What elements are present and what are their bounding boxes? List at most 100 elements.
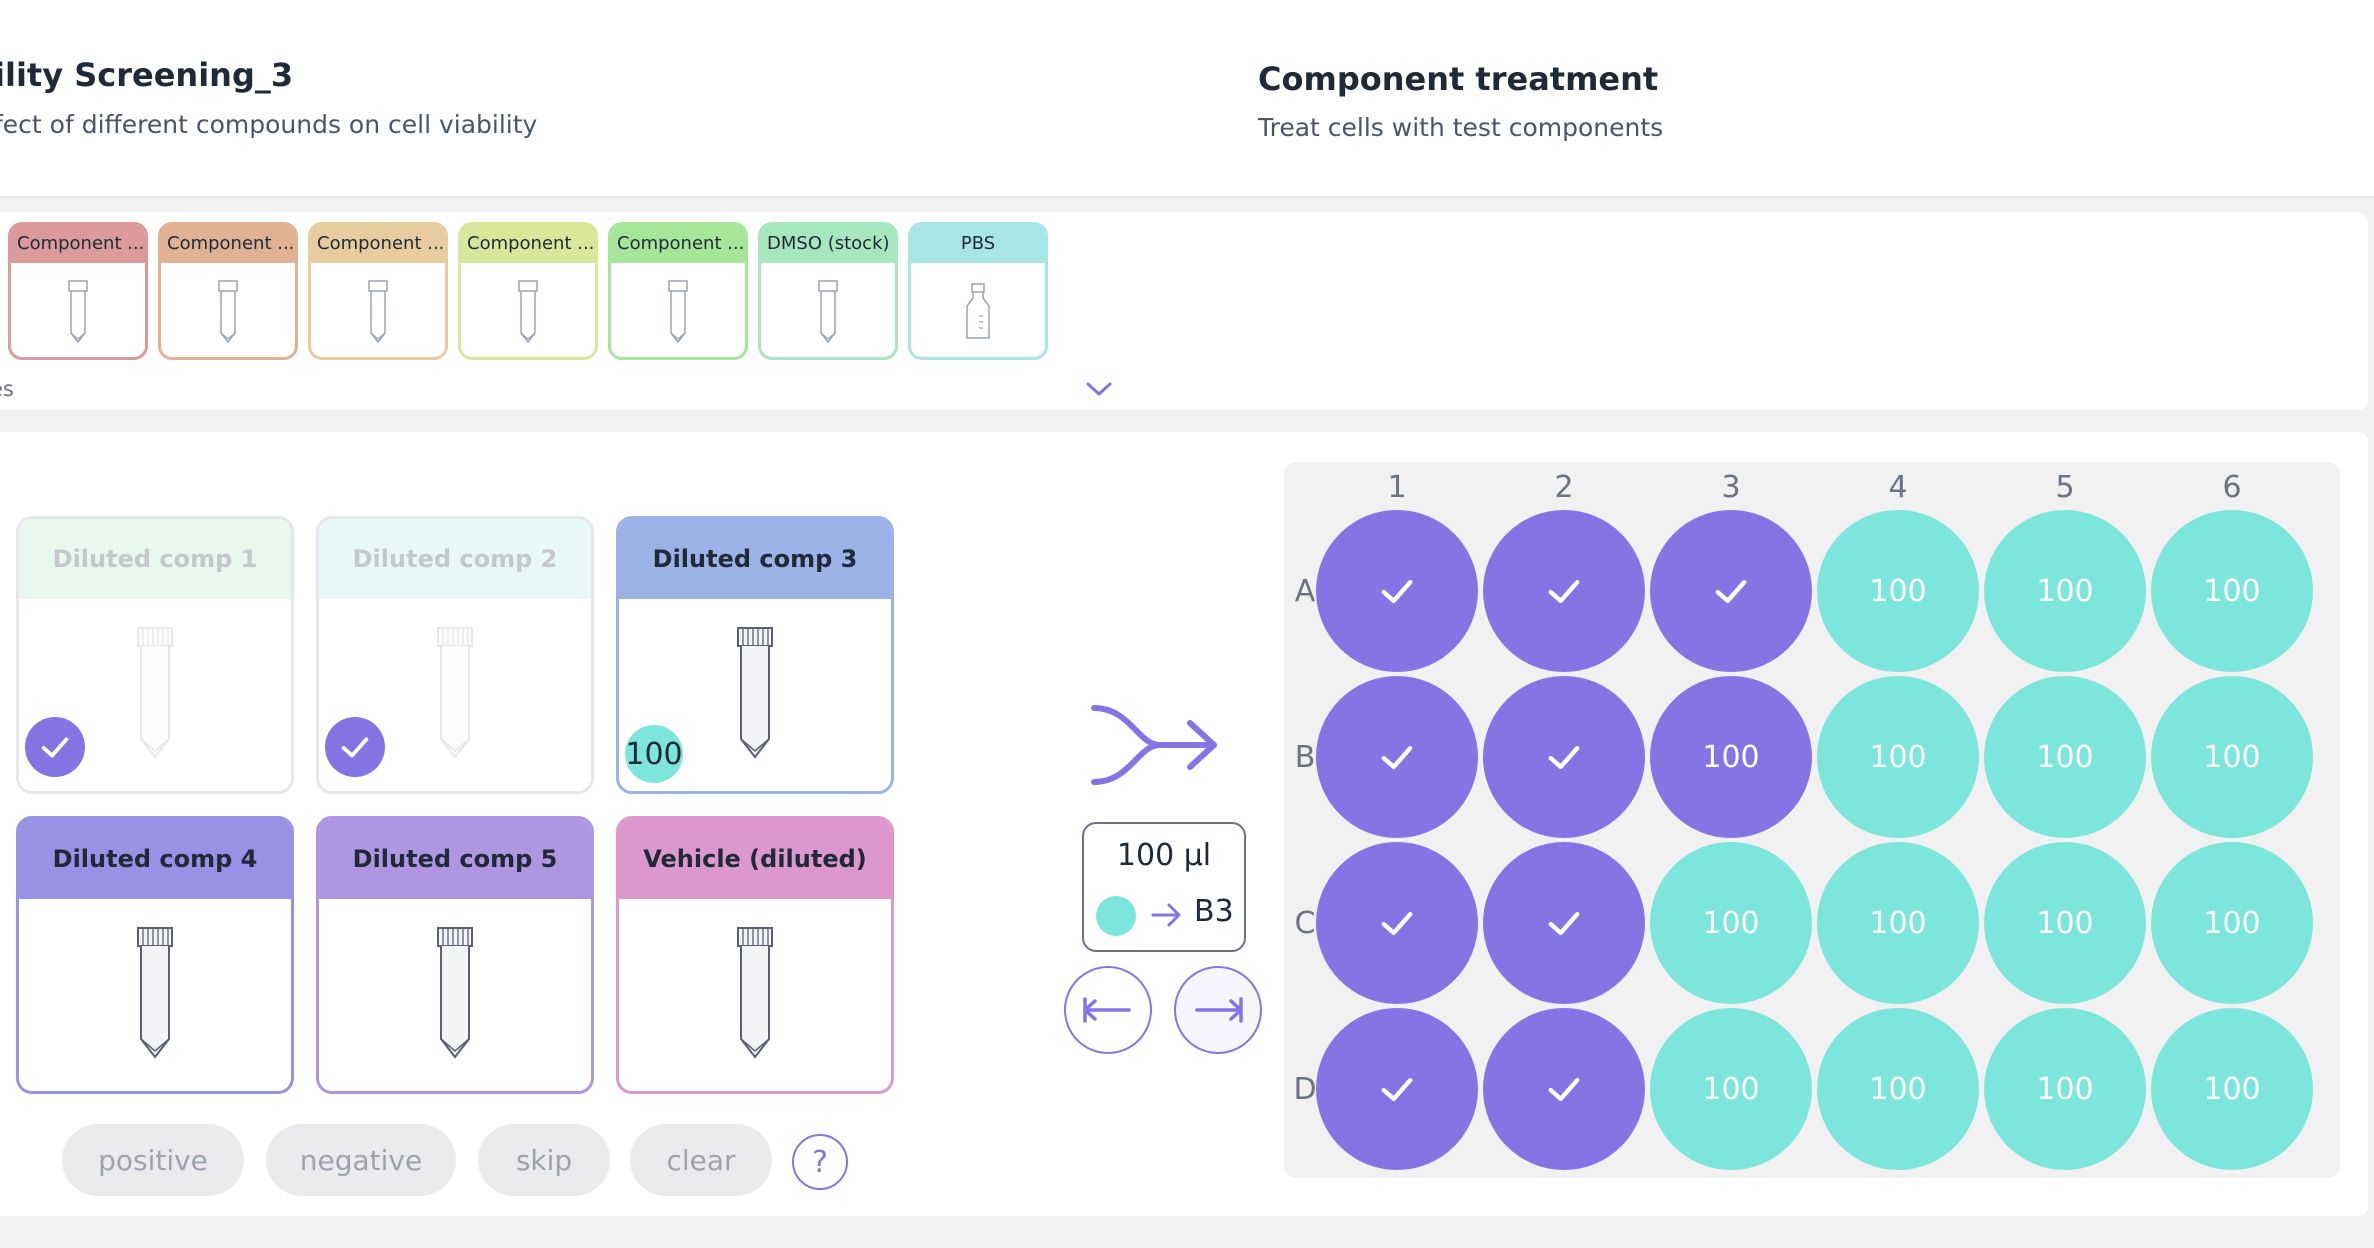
reagent-label: DMSO (stock)	[761, 225, 895, 263]
plate-well[interactable]: 100	[2151, 1008, 2313, 1170]
check-icon	[1548, 912, 1580, 936]
tube-icon	[135, 625, 175, 765]
plate-well[interactable]	[1483, 676, 1645, 838]
chevron-down-icon	[1086, 382, 1112, 396]
tube-card[interactable]: Diluted comp 3 100	[616, 516, 894, 794]
tube-icon	[135, 925, 175, 1065]
check-icon	[1381, 580, 1413, 604]
plate-column-label: 1	[1387, 470, 1407, 505]
well-volume: 100	[1869, 1071, 1927, 1107]
reagent-more-label: es	[0, 377, 14, 401]
check-icon	[41, 737, 69, 758]
transfer-volume: 100 µl	[1116, 838, 1212, 873]
tube-card-label: Diluted comp 3	[619, 519, 891, 599]
tube-card[interactable]: Diluted comp 2	[316, 516, 594, 794]
reagent-label: Component ...	[461, 225, 595, 263]
plate-well[interactable]: 100	[1650, 842, 1812, 1004]
reagent-card[interactable]: Component ...	[458, 222, 598, 360]
reagent-card[interactable]: PBS	[908, 222, 1048, 360]
plate-column-label: 3	[1721, 470, 1741, 505]
reagent-label: Component ...	[161, 225, 295, 263]
plate-well[interactable]: 100	[1817, 842, 1979, 1004]
reagent-card[interactable]: Component ...	[308, 222, 448, 360]
plate-well[interactable]: 100	[1817, 510, 1979, 672]
plate-well[interactable]	[1316, 510, 1478, 672]
check-icon	[1715, 580, 1747, 604]
plate-well[interactable]: 100	[1984, 676, 2146, 838]
tube-icon	[435, 925, 475, 1065]
plate-well[interactable]: 100	[1650, 1008, 1812, 1170]
target-well: B3	[1194, 894, 1234, 929]
plate-well[interactable]: 100	[2151, 676, 2313, 838]
plate-well[interactable]	[1483, 1008, 1645, 1170]
plate-well[interactable]: 100	[1984, 842, 2146, 1004]
expand-reagents-button[interactable]	[1082, 372, 1116, 406]
plate-well[interactable]: 100	[1984, 1008, 2146, 1170]
reagent-label: Component ...	[611, 225, 745, 263]
reagent-label: Component ...	[311, 225, 445, 263]
bottle-icon	[911, 267, 1045, 357]
tube-card-label: Diluted comp 1	[19, 519, 291, 599]
well-volume: 100	[2036, 739, 2094, 775]
plate-well[interactable]: 100	[1650, 676, 1812, 838]
arrow-left-bar-icon	[1083, 997, 1131, 1023]
fill-left-button[interactable]	[1064, 966, 1152, 1054]
tube-body	[319, 899, 591, 1091]
plate-well[interactable]	[1483, 842, 1645, 1004]
tube-icon	[735, 925, 775, 1065]
plate-well[interactable]: 100	[1817, 1008, 1979, 1170]
tube-card[interactable]: Diluted comp 5	[316, 816, 594, 1094]
reagent-card[interactable]: DMSO (stock)	[758, 222, 898, 360]
reagent-label: PBS	[911, 225, 1045, 263]
tube-body	[19, 899, 291, 1091]
plate-well[interactable]	[1483, 510, 1645, 672]
plate-well[interactable]	[1316, 842, 1478, 1004]
plate-well[interactable]	[1316, 1008, 1478, 1170]
well-volume: 100	[1869, 905, 1927, 941]
plate-column-label: 5	[2055, 470, 2075, 505]
check-icon	[1381, 746, 1413, 770]
project-subtitle: fect of different compounds on cell viab…	[0, 110, 538, 139]
tube-icon	[761, 267, 895, 357]
tube-icon	[11, 267, 145, 357]
well-volume: 100	[2203, 1071, 2261, 1107]
reagent-card[interactable]: Component ...	[158, 222, 298, 360]
check-icon	[341, 737, 369, 758]
tube-card-label: Diluted comp 2	[319, 519, 591, 599]
tube-card-label: Diluted comp 4	[19, 819, 291, 899]
help-button[interactable]: ?	[792, 1134, 848, 1190]
well-plate: 123456ABCD 100 100 100 100 100 100 100 100 100 10…	[1284, 462, 2340, 1178]
well-volume: 100	[2036, 573, 2094, 609]
well-volume: 100	[2203, 905, 2261, 941]
project-title: ility Screening_3	[0, 56, 294, 94]
plate-well[interactable]: 100	[1817, 676, 1979, 838]
plate-well[interactable]	[1650, 510, 1812, 672]
reagent-card[interactable]: Component ...	[608, 222, 748, 360]
tube-card[interactable]: Diluted comp 4	[16, 816, 294, 1094]
tube-card-label: Diluted comp 5	[319, 819, 591, 899]
tube-card[interactable]: Diluted comp 1	[16, 516, 294, 794]
fill-right-button[interactable]	[1174, 966, 1262, 1054]
clear-button[interactable]: clear	[630, 1124, 772, 1196]
tube-card-label: Vehicle (diluted)	[619, 819, 891, 899]
reagent-card[interactable]: Component ...	[8, 222, 148, 360]
well-volume: 100	[1869, 739, 1927, 775]
tube-icon	[735, 625, 775, 765]
well-volume: 100	[2036, 905, 2094, 941]
tube-body	[619, 899, 891, 1091]
well-volume: 100	[1869, 573, 1927, 609]
step-title: Component treatment	[1258, 60, 1659, 98]
plate-well[interactable]	[1316, 676, 1478, 838]
well-volume: 100	[2036, 1071, 2094, 1107]
step-subtitle: Treat cells with test components	[1258, 113, 1664, 142]
check-icon	[1381, 1078, 1413, 1102]
positive-button[interactable]: positive	[62, 1124, 244, 1196]
plate-well[interactable]: 100	[2151, 510, 2313, 672]
plate-well[interactable]: 100	[2151, 842, 2313, 1004]
completed-badge	[25, 717, 85, 777]
plate-well[interactable]: 100	[1984, 510, 2146, 672]
negative-button[interactable]: negative	[266, 1124, 456, 1196]
tube-card[interactable]: Vehicle (diluted)	[616, 816, 894, 1094]
skip-button[interactable]: skip	[478, 1124, 610, 1196]
plate-column-label: 2	[1554, 470, 1574, 505]
